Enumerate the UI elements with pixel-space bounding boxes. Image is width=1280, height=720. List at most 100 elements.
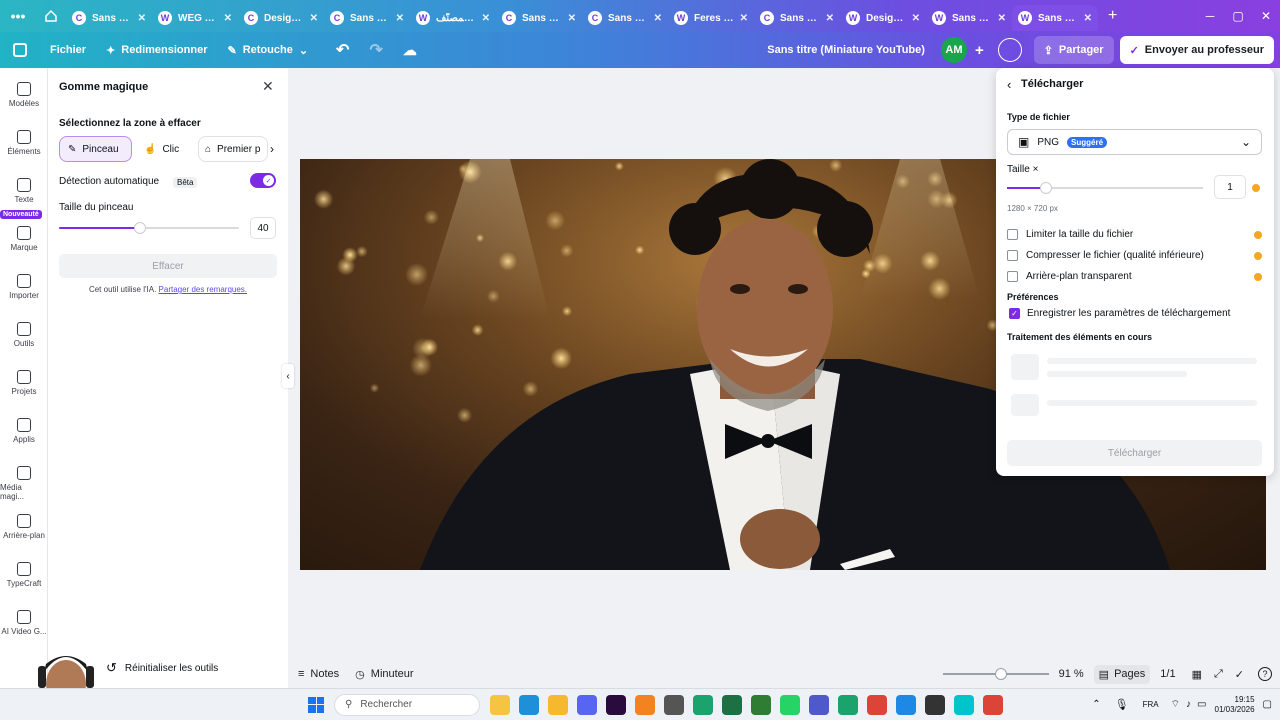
- browser-tab[interactable]: W Feres G... ✕: [668, 5, 754, 31]
- comment-icon[interactable]: [997, 38, 1022, 62]
- rail-item-elements[interactable]: Éléments: [0, 130, 48, 156]
- zoom-slider-handle[interactable]: [994, 668, 1007, 680]
- tab-close-icon[interactable]: ✕: [396, 13, 404, 24]
- add-collaborator-icon[interactable]: +: [967, 42, 992, 59]
- whatsapp-icon[interactable]: [780, 694, 800, 715]
- download-button[interactable]: Télécharger: [1007, 440, 1262, 466]
- browser-tab[interactable]: C Sans tit... ✕: [754, 5, 840, 31]
- rail-item-upload[interactable]: Importer: [0, 274, 48, 300]
- rail-item-apps[interactable]: Applis: [0, 418, 48, 444]
- zoom-value[interactable]: 91 %: [1059, 668, 1084, 680]
- battery-icon[interactable]: ▭: [1197, 699, 1206, 710]
- size-slider-handle[interactable]: [1040, 182, 1053, 194]
- rail-item-typecraft[interactable]: TypeCraft: [0, 562, 48, 588]
- download-option[interactable]: Arrière-plan transparent: [1007, 266, 1262, 287]
- tab-close-icon[interactable]: ✕: [912, 13, 920, 24]
- windows-start-icon[interactable]: [308, 696, 324, 713]
- tab-close-icon[interactable]: ✕: [740, 13, 748, 24]
- slider-handle[interactable]: [134, 222, 146, 234]
- chrome-icon[interactable]: [983, 694, 1003, 715]
- download-option[interactable]: Limiter la taille du fichier: [1007, 224, 1262, 245]
- language-indicator[interactable]: FRA: [1143, 700, 1159, 709]
- notes-button[interactable]: ≡ Notes: [298, 668, 339, 680]
- minimize-button[interactable]: ─: [1196, 9, 1224, 23]
- rail-item-magic-media[interactable]: Média magi...: [0, 466, 48, 501]
- checkbox-checked[interactable]: ✓: [1009, 308, 1020, 319]
- size-input[interactable]: 1: [1214, 175, 1246, 199]
- download-option[interactable]: Compresser le fichier (qualité inférieur…: [1007, 245, 1262, 266]
- avatar[interactable]: AM: [940, 37, 967, 63]
- close-window-button[interactable]: ✕: [1252, 9, 1280, 23]
- fl-studio-icon[interactable]: [635, 694, 655, 715]
- close-icon[interactable]: ✕: [262, 78, 274, 95]
- erase-button[interactable]: Effacer: [59, 254, 277, 278]
- app-icon[interactable]: [838, 694, 858, 715]
- tab-close-icon[interactable]: ✕: [654, 13, 662, 24]
- zoom-slider[interactable]: [942, 667, 1049, 681]
- discord-icon[interactable]: [577, 694, 597, 715]
- retouch-button[interactable]: ✎ Retouche ⌄: [217, 36, 318, 64]
- file-menu-button[interactable]: Fichier: [40, 36, 96, 64]
- browser-tab[interactable]: W Sans tit... ✕: [926, 5, 1012, 31]
- tab-close-icon[interactable]: ✕: [310, 13, 318, 24]
- notification-icon[interactable]: ▢: [1263, 699, 1272, 710]
- reset-tools-button[interactable]: ↺ Réinitialiser les outils: [106, 660, 218, 676]
- grid-view-icon[interactable]: ▦: [1192, 668, 1202, 681]
- pages-button[interactable]: ▤ Pages: [1093, 664, 1151, 684]
- browser-tab[interactable]: C Sans tit... ✕: [496, 5, 582, 31]
- browser-tab[interactable]: W Sans tit... ✕: [1012, 5, 1098, 31]
- auto-detect-toggle[interactable]: ✓: [250, 173, 276, 188]
- size-slider[interactable]: [1007, 180, 1203, 196]
- tab-close-icon[interactable]: ✕: [568, 13, 576, 24]
- browser-tab[interactable]: C Sans tit... ✕: [66, 5, 152, 31]
- premiere-icon[interactable]: [606, 694, 626, 715]
- browser-tab[interactable]: C Sans tit... ✕: [324, 5, 410, 31]
- maximize-button[interactable]: ▢: [1224, 9, 1252, 23]
- browser-tab[interactable]: C Design ... ✕: [238, 5, 324, 31]
- help-icon[interactable]: ?: [1258, 667, 1272, 681]
- tab-close-icon[interactable]: ✕: [826, 13, 834, 24]
- resize-button[interactable]: ✦ Redimensionner: [96, 36, 217, 64]
- filetype-select[interactable]: ▣ PNG Suggéré ⌄: [1007, 129, 1262, 155]
- brush-size-slider[interactable]: [59, 220, 239, 236]
- rail-item-tools[interactable]: Outils: [0, 322, 48, 348]
- edge-icon[interactable]: [519, 694, 539, 715]
- checkbox[interactable]: [1007, 250, 1018, 261]
- folder-icon[interactable]: [548, 694, 568, 715]
- app-icon[interactable]: [896, 694, 916, 715]
- fullscreen-icon[interactable]: ⤢: [1214, 668, 1223, 681]
- mode-click-button[interactable]: ☝ Clic: [138, 136, 192, 162]
- new-tab-button[interactable]: +: [1098, 7, 1127, 25]
- cloud-save-icon[interactable]: ☁: [393, 42, 427, 59]
- send-to-teacher-button[interactable]: ✓ Envoyer au professeur: [1119, 36, 1274, 64]
- volume-icon[interactable]: ♪: [1186, 699, 1191, 710]
- mode-brush-button[interactable]: ✎ Pinceau: [59, 136, 132, 162]
- rail-item-brand[interactable]: Nouveauté Marque: [0, 210, 48, 252]
- teams-icon[interactable]: [809, 694, 829, 715]
- app-icon[interactable]: [751, 694, 771, 715]
- tab-close-icon[interactable]: ✕: [224, 13, 232, 24]
- mic-icon[interactable]: 🎙: [1115, 698, 1129, 711]
- network-icon[interactable]: ⌔: [1171, 698, 1180, 711]
- canva-icon[interactable]: [954, 694, 974, 715]
- document-title[interactable]: Sans titre (Miniature YouTube): [767, 44, 925, 56]
- redo-icon[interactable]: ↷: [359, 40, 392, 60]
- rail-item-background[interactable]: Arrière-plan: [0, 514, 48, 540]
- browser-tab[interactable]: W المصنّف ... ✕: [410, 5, 496, 31]
- tab-close-icon[interactable]: ✕: [998, 13, 1006, 24]
- undo-icon[interactable]: ↶: [326, 40, 359, 60]
- app-icon[interactable]: [693, 694, 713, 715]
- checkbox[interactable]: [1007, 271, 1018, 282]
- rail-item-text[interactable]: Texte: [0, 178, 48, 204]
- tab-close-icon[interactable]: ✕: [1084, 13, 1092, 24]
- brush-size-input[interactable]: 40: [250, 217, 276, 239]
- mode-foreground-button[interactable]: ⌂ Premier p: [198, 136, 268, 162]
- rail-item-folder[interactable]: Projets: [0, 370, 48, 396]
- feedback-link[interactable]: Partager des remarques.: [159, 285, 248, 294]
- home-icon[interactable]: [36, 0, 66, 32]
- checkbox[interactable]: [1007, 229, 1018, 240]
- tray-chevron-icon[interactable]: ⌃: [1092, 699, 1100, 710]
- chevron-right-icon[interactable]: ›: [270, 142, 274, 156]
- sidebar-toggle-icon[interactable]: [0, 43, 40, 57]
- calculator-icon[interactable]: [664, 694, 684, 715]
